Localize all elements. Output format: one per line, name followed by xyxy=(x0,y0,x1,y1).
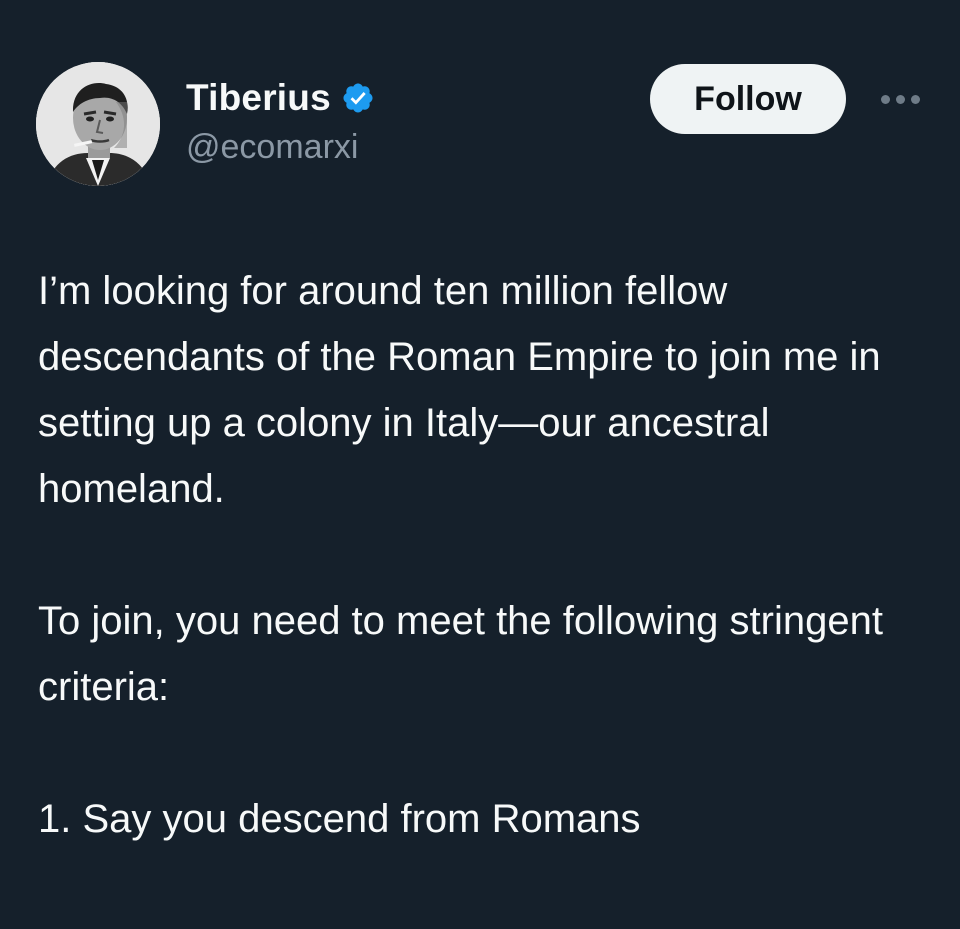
author-avatar[interactable] xyxy=(36,62,160,186)
follow-button[interactable]: Follow xyxy=(650,64,846,134)
more-options-button[interactable] xyxy=(870,82,930,116)
author-handle[interactable]: @ecomarxi xyxy=(186,128,358,167)
more-horizontal-icon xyxy=(895,94,905,104)
more-horizontal-icon xyxy=(910,94,920,104)
verified-badge-icon xyxy=(343,83,373,113)
tweet-paragraph: 1. Say you descend from Romans xyxy=(38,797,641,841)
author-display-name[interactable]: Tiberius xyxy=(186,77,331,119)
tweet-paragraph: I’m looking for around ten million fello… xyxy=(38,269,881,511)
more-horizontal-icon xyxy=(880,94,890,104)
tweet-text: I’m looking for around ten million fello… xyxy=(38,258,938,852)
tweet-card: Tiberius @ecomarxi Follow I’m looking fo… xyxy=(0,0,960,929)
author-name-row: Tiberius xyxy=(186,76,375,120)
tweet-paragraph: To join, you need to meet the following … xyxy=(38,599,883,709)
portrait-image xyxy=(36,62,160,186)
